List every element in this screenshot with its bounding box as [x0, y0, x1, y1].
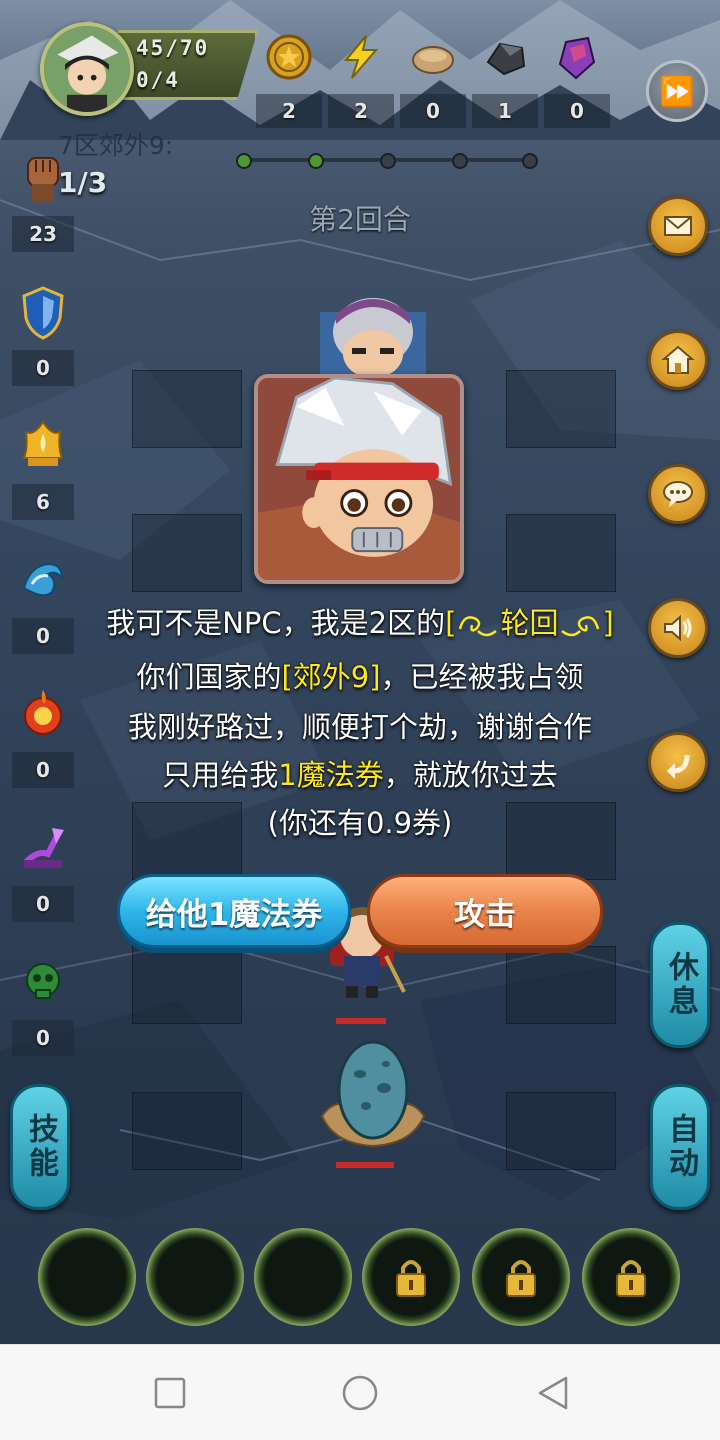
status-flame-crown-count: 6 — [12, 484, 74, 520]
dialog-bracket-open: [ — [445, 606, 457, 640]
dialog-line-2-tail: ，已经被我占领 — [380, 660, 584, 694]
resource-lightning-count: 2 — [328, 94, 394, 128]
skill-slot[interactable] — [254, 1228, 352, 1326]
skill-slot-locked[interactable] — [472, 1228, 570, 1326]
dialog-line-4: 只用给我1魔法券，就放你过去 — [0, 752, 720, 794]
chat-bubble-icon — [663, 481, 693, 507]
gold-coin-icon — [266, 34, 312, 80]
occupied-place: [郊外9] — [281, 660, 381, 694]
board-cell[interactable] — [506, 514, 616, 592]
round-label: 第2回合 — [309, 203, 411, 236]
player-avatar-icon — [44, 26, 130, 112]
lightning-icon — [343, 35, 379, 79]
board-cell[interactable] — [132, 514, 242, 592]
status-poison: 0 — [12, 954, 74, 1060]
recent-apps-icon[interactable] — [152, 1375, 188, 1411]
dialog-bracket-close: ] — [602, 606, 614, 640]
poison-skull-icon — [26, 963, 60, 999]
status-poison-count: 0 — [12, 1020, 74, 1056]
board-cell[interactable] — [506, 1092, 616, 1170]
system-nav-bar — [0, 1344, 720, 1440]
resource-iron-count: 1 — [472, 94, 538, 128]
crystal-icon — [558, 36, 596, 80]
bandit-name: 轮回 — [500, 606, 559, 640]
skill-slot-locked[interactable] — [362, 1228, 460, 1326]
bread-icon — [412, 46, 454, 74]
energy-value: 0/4 — [136, 68, 180, 92]
pet-egg[interactable] — [316, 1034, 430, 1152]
iron-ore-icon — [486, 42, 526, 76]
dialog-line-2-text: 你们国家的 — [136, 660, 282, 694]
resource-bread: 0 — [400, 28, 466, 132]
home-icon — [661, 345, 695, 374]
board-cell[interactable] — [506, 370, 616, 448]
lock-icon — [396, 1260, 426, 1297]
dialog-line-1: 我可不是NPC，我是2区的[ 轮回] — [0, 600, 720, 642]
game-screen: 45/70 0/4 2 2 0 1 0 ⏩ 7区郊外9: 1/3 第2回合 23… — [0, 0, 720, 1344]
board-cell[interactable] — [506, 946, 616, 1024]
chat-button[interactable] — [648, 464, 708, 524]
mail-button[interactable] — [648, 196, 708, 256]
fist-icon — [27, 157, 59, 202]
attack-button[interactable]: 攻击 — [367, 874, 603, 948]
ornament-swirl-icon — [561, 616, 600, 637]
back-triangle-icon[interactable] — [536, 1375, 572, 1411]
board-cell[interactable] — [132, 370, 242, 448]
skill-slot[interactable] — [146, 1228, 244, 1326]
resource-lightning: 2 — [328, 28, 394, 132]
status-defense-count: 0 — [12, 350, 74, 386]
lock-icon — [506, 1260, 536, 1297]
status-flame-crown: 6 — [12, 418, 74, 524]
dialog-line-1-text: 我可不是NPC，我是2区的 — [106, 606, 446, 640]
give-coupon-button[interactable]: 给他1魔法券 — [117, 874, 351, 948]
player-avatar[interactable] — [40, 22, 134, 116]
dialog-line-2: 你们国家的[郊外9]，已经被我占领 — [0, 654, 720, 696]
resource-crystal: 0 — [544, 28, 610, 132]
resource-gold-count: 2 — [256, 94, 322, 128]
board-cell[interactable] — [132, 1092, 242, 1170]
wave-dot — [522, 153, 538, 169]
skill-slot-locked[interactable] — [582, 1228, 680, 1326]
resource-iron: 1 — [472, 28, 538, 132]
npc-bandit-avatar — [258, 378, 460, 580]
board-cell[interactable] — [132, 946, 242, 1024]
auto-button[interactable]: 自动 — [650, 1084, 710, 1210]
resource-bread-count: 0 — [400, 94, 466, 128]
mail-icon — [664, 216, 692, 236]
egg-hp-bar — [336, 1162, 394, 1168]
dialog-line-3: 我刚好路过，顺便打个劫，谢谢合作 — [127, 710, 592, 744]
skill-button[interactable]: 技能 — [10, 1084, 70, 1210]
enemy-character[interactable] — [300, 292, 446, 382]
wave-dot — [236, 153, 252, 169]
ransom-amount: 1魔法券 — [278, 758, 384, 792]
wave-dot — [308, 153, 324, 169]
home-circle-icon[interactable] — [342, 1375, 378, 1411]
wave-dot — [380, 153, 396, 169]
lock-icon — [616, 1260, 646, 1297]
wave-dot — [452, 153, 468, 169]
ornament-swirl-icon — [459, 616, 498, 637]
shield-icon — [22, 286, 64, 340]
status-defense: 0 — [12, 284, 74, 390]
fast-forward-button[interactable]: ⏩ — [646, 60, 708, 122]
stage-name: 7区郊外9: — [58, 131, 174, 160]
rest-button[interactable]: 休息 — [650, 922, 710, 1048]
home-button[interactable] — [648, 330, 708, 390]
status-attack: 23 — [12, 150, 74, 256]
npc-portrait — [254, 374, 464, 584]
status-attack-count: 23 — [12, 216, 74, 252]
flame-crown-icon — [22, 420, 64, 466]
player-hp-bar — [336, 1018, 386, 1024]
status-lightning-mark-count: 0 — [12, 886, 74, 922]
fast-forward-icon: ⏩ — [659, 74, 695, 108]
resource-gold: 2 — [256, 28, 322, 132]
skill-slot[interactable] — [38, 1228, 136, 1326]
remaining-coupons: (你还有0.9券) — [267, 806, 453, 840]
hp-value: 45/70 — [136, 36, 210, 60]
dialog-line-4-text: 只用给我 — [162, 758, 279, 792]
dialog-line-4-tail: ，就放你过去 — [383, 758, 558, 792]
resource-crystal-count: 0 — [544, 94, 610, 128]
